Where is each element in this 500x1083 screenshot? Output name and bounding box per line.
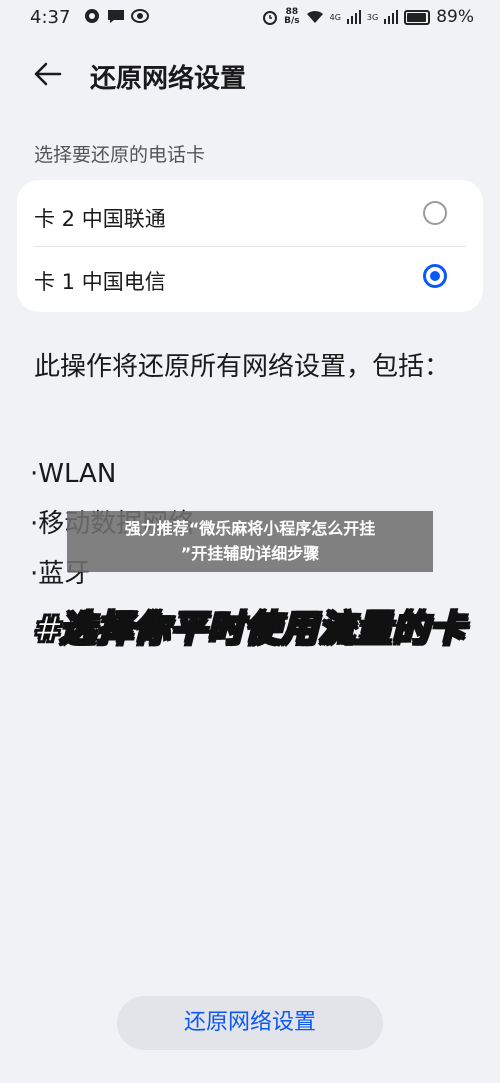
signal-icon-2 (384, 10, 399, 24)
list-item: ·WLAN (30, 459, 117, 489)
sim-card-list: 卡 2 中国联通 卡 1 中国电信 (17, 180, 483, 312)
video-caption: #选择你平时使用流量的卡 (32, 608, 467, 651)
promo-overlay-banner: 强力推荐“微乐麻将小程序怎么开挂 ”开挂辅助详细步骤 (67, 511, 433, 572)
sim-option-card-2[interactable]: 卡 2 中国联通 (17, 184, 483, 246)
status-time: 4:37 (30, 7, 71, 28)
status-right: 88 B/s 4G 3G 89% (262, 7, 474, 27)
speed-unit: B/s (284, 16, 300, 26)
overlay-line-2: ”开挂辅助详细步骤 (180, 544, 320, 563)
network-speed: 88 B/s (284, 8, 300, 26)
sim-option-label: 卡 1 中国电信 (34, 270, 166, 294)
overlay-line-1: 强力推荐“微乐麻将小程序怎么开挂 (124, 519, 376, 538)
network-type-1: 4G (329, 12, 341, 22)
reset-network-button[interactable]: 还原网络设置 (117, 996, 383, 1050)
battery-percent: 89% (436, 7, 474, 27)
sim-option-card-1[interactable]: 卡 1 中国电信 (17, 247, 483, 309)
sim-section-label: 选择要还原的电话卡 (34, 144, 206, 166)
back-button[interactable] (30, 56, 66, 92)
radio-unselected[interactable] (423, 201, 447, 225)
alarm-clock-icon (263, 11, 278, 25)
message-icon (85, 9, 100, 23)
battery-icon (404, 9, 431, 25)
radio-selected[interactable] (423, 264, 447, 288)
eye-icon (131, 9, 150, 23)
notification-icons (78, 8, 150, 28)
reset-description: 此操作将还原所有网络设置，包括： (34, 352, 451, 382)
wifi-icon (306, 10, 323, 23)
app-bar: 还原网络设置 (0, 48, 500, 102)
status-bar: 4:37 88 B/s 4G 3G 89% (0, 0, 500, 36)
chat-icon (107, 10, 124, 23)
sim-option-label: 卡 2 中国联通 (34, 207, 166, 231)
network-type-2: 3G (366, 12, 379, 22)
page-title: 还原网络设置 (90, 64, 247, 94)
signal-icon (346, 10, 361, 24)
back-arrow-icon (34, 62, 62, 86)
